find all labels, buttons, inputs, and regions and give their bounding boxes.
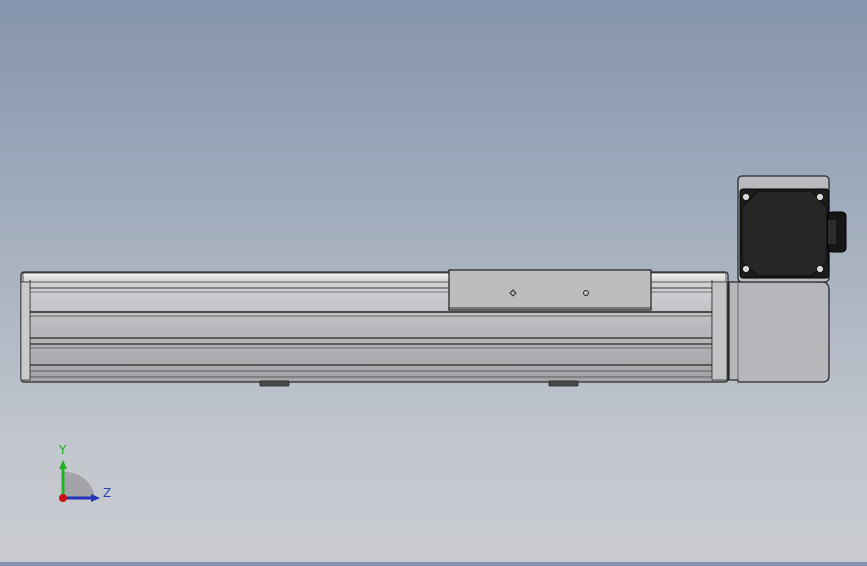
orientation-triad: Y Z bbox=[50, 440, 120, 510]
carriage-block[interactable] bbox=[448, 269, 652, 311]
z-axis-arrowhead bbox=[91, 494, 100, 502]
model-canvas[interactable] bbox=[0, 0, 867, 562]
cad-viewport[interactable]: Y Z bbox=[0, 0, 867, 562]
y-axis-arrowhead bbox=[59, 460, 67, 469]
x-axis-point bbox=[59, 494, 67, 502]
y-axis-label: Y bbox=[59, 443, 67, 457]
z-axis-label: Z bbox=[103, 486, 112, 500]
motor-mount[interactable] bbox=[728, 281, 830, 383]
stepper-motor[interactable] bbox=[737, 175, 847, 283]
triad-plane bbox=[63, 471, 95, 498]
